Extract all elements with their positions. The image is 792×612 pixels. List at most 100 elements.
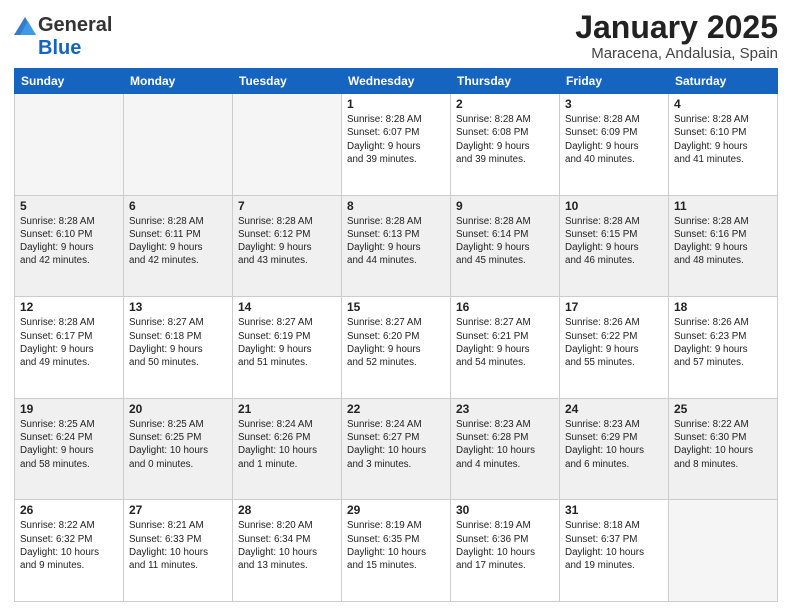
col-wednesday: Wednesday <box>342 69 451 94</box>
day-number: 31 <box>565 503 663 517</box>
day-info: Sunrise: 8:28 AMSunset: 6:17 PMDaylight:… <box>20 316 118 369</box>
day-number: 6 <box>129 199 227 213</box>
col-monday: Monday <box>124 69 233 94</box>
day-number: 29 <box>347 503 445 517</box>
col-thursday: Thursday <box>451 69 560 94</box>
day-number: 16 <box>456 300 554 314</box>
day-info: Sunrise: 8:22 AMSunset: 6:32 PMDaylight:… <box>20 519 118 572</box>
day-number: 25 <box>674 402 772 416</box>
table-row: 8 Sunrise: 8:28 AMSunset: 6:13 PMDaylight… <box>342 195 451 297</box>
day-number: 28 <box>238 503 336 517</box>
logo-icon <box>14 17 36 35</box>
calendar-week-row: 19 Sunrise: 8:25 AMSunset: 6:24 PMDayligh… <box>15 398 778 500</box>
table-row: 4 Sunrise: 8:28 AMSunset: 6:10 PMDaylight… <box>669 94 778 196</box>
calendar-week-row: 1 Sunrise: 8:28 AMSunset: 6:07 PMDaylight… <box>15 94 778 196</box>
day-number: 13 <box>129 300 227 314</box>
day-info: Sunrise: 8:24 AMSunset: 6:27 PMDaylight:… <box>347 418 445 471</box>
calendar-week-row: 12 Sunrise: 8:28 AMSunset: 6:17 PMDayligh… <box>15 297 778 399</box>
table-row: 3Sunrise: 8:28 AMSunset: 6:09 PMDaylight… <box>560 94 669 196</box>
day-number: 10 <box>565 199 663 213</box>
day-number: 22 <box>347 402 445 416</box>
table-row: 31 Sunrise: 8:18 AMSunset: 6:37 PMDayligh… <box>560 500 669 602</box>
logo-blue: Blue <box>38 37 81 60</box>
logo-general: General <box>38 14 112 37</box>
day-number: 17 <box>565 300 663 314</box>
day-info: Sunrise: 8:27 AMSunset: 6:19 PMDaylight:… <box>238 316 336 369</box>
table-row: 17 Sunrise: 8:26 AMSunset: 6:22 PMDayligh… <box>560 297 669 399</box>
table-row: 19 Sunrise: 8:25 AMSunset: 6:24 PMDayligh… <box>15 398 124 500</box>
table-row: 6 Sunrise: 8:28 AMSunset: 6:11 PMDaylight… <box>124 195 233 297</box>
table-row: 20Sunrise: 8:25 AMSunset: 6:25 PMDayligh… <box>124 398 233 500</box>
calendar-header-row: Sunday Monday Tuesday Wednesday Thursday… <box>15 69 778 94</box>
day-number: 19 <box>20 402 118 416</box>
day-info: Sunrise: 8:26 AMSunset: 6:22 PMDaylight:… <box>565 316 663 369</box>
logo: General Blue <box>14 14 112 60</box>
table-row: 7 Sunrise: 8:28 AMSunset: 6:12 PMDaylight… <box>233 195 342 297</box>
day-number: 26 <box>20 503 118 517</box>
day-info: Sunrise: 8:25 AMSunset: 6:24 PMDaylight:… <box>20 418 118 471</box>
table-row: 15Sunrise: 8:27 AMSunset: 6:20 PMDayligh… <box>342 297 451 399</box>
day-info: Sunrise: 8:23 AMSunset: 6:28 PMDaylight:… <box>456 418 554 471</box>
table-row: 26 Sunrise: 8:22 AMSunset: 6:32 PMDayligh… <box>15 500 124 602</box>
day-info: Sunrise: 8:28 AMSunset: 6:14 PMDaylight:… <box>456 215 554 268</box>
table-row: 16Sunrise: 8:27 AMSunset: 6:21 PMDayligh… <box>451 297 560 399</box>
calendar-table: Sunday Monday Tuesday Wednesday Thursday… <box>14 68 778 602</box>
day-info: Sunrise: 8:28 AMSunset: 6:12 PMDaylight:… <box>238 215 336 268</box>
day-info: Sunrise: 8:22 AMSunset: 6:30 PMDaylight:… <box>674 418 772 471</box>
day-info: Sunrise: 8:27 AMSunset: 6:18 PMDaylight:… <box>129 316 227 369</box>
day-number: 12 <box>20 300 118 314</box>
table-row <box>669 500 778 602</box>
table-row: 5Sunrise: 8:28 AMSunset: 6:10 PMDaylight… <box>15 195 124 297</box>
day-info: Sunrise: 8:18 AMSunset: 6:37 PMDaylight:… <box>565 519 663 572</box>
location-title: Maracena, Andalusia, Spain <box>575 45 778 62</box>
day-number: 15 <box>347 300 445 314</box>
table-row <box>233 94 342 196</box>
table-row <box>124 94 233 196</box>
day-number: 4 <box>674 97 772 111</box>
day-info: Sunrise: 8:28 AMSunset: 6:07 PMDaylight:… <box>347 113 445 166</box>
table-row: 29 Sunrise: 8:19 AMSunset: 6:35 PMDayligh… <box>342 500 451 602</box>
day-number: 27 <box>129 503 227 517</box>
page: General Blue January 2025 Maracena, Anda… <box>0 0 792 612</box>
day-info: Sunrise: 8:19 AMSunset: 6:35 PMDaylight:… <box>347 519 445 572</box>
day-number: 8 <box>347 199 445 213</box>
calendar-week-row: 26 Sunrise: 8:22 AMSunset: 6:32 PMDayligh… <box>15 500 778 602</box>
table-row: 25 Sunrise: 8:22 AMSunset: 6:30 PMDayligh… <box>669 398 778 500</box>
col-tuesday: Tuesday <box>233 69 342 94</box>
table-row: 18Sunrise: 8:26 AMSunset: 6:23 PMDayligh… <box>669 297 778 399</box>
title-area: January 2025 Maracena, Andalusia, Spain <box>575 10 778 62</box>
day-info: Sunrise: 8:28 AMSunset: 6:10 PMDaylight:… <box>674 113 772 166</box>
day-number: 11 <box>674 199 772 213</box>
day-info: Sunrise: 8:25 AMSunset: 6:25 PMDaylight:… <box>129 418 227 471</box>
col-friday: Friday <box>560 69 669 94</box>
header: General Blue January 2025 Maracena, Anda… <box>14 10 778 62</box>
col-saturday: Saturday <box>669 69 778 94</box>
day-number: 1 <box>347 97 445 111</box>
table-row: 24 Sunrise: 8:23 AMSunset: 6:29 PMDayligh… <box>560 398 669 500</box>
day-info: Sunrise: 8:28 AMSunset: 6:09 PMDaylight:… <box>565 113 663 166</box>
day-info: Sunrise: 8:23 AMSunset: 6:29 PMDaylight:… <box>565 418 663 471</box>
table-row: 13 Sunrise: 8:27 AMSunset: 6:18 PMDayligh… <box>124 297 233 399</box>
table-row: 28 Sunrise: 8:20 AMSunset: 6:34 PMDayligh… <box>233 500 342 602</box>
day-number: 24 <box>565 402 663 416</box>
day-number: 23 <box>456 402 554 416</box>
table-row: 23 Sunrise: 8:23 AMSunset: 6:28 PMDayligh… <box>451 398 560 500</box>
table-row: 21 Sunrise: 8:24 AMSunset: 6:26 PMDayligh… <box>233 398 342 500</box>
day-info: Sunrise: 8:20 AMSunset: 6:34 PMDaylight:… <box>238 519 336 572</box>
table-row: 11Sunrise: 8:28 AMSunset: 6:16 PMDayligh… <box>669 195 778 297</box>
day-number: 30 <box>456 503 554 517</box>
table-row: 12 Sunrise: 8:28 AMSunset: 6:17 PMDayligh… <box>15 297 124 399</box>
table-row: 30 Sunrise: 8:19 AMSunset: 6:36 PMDayligh… <box>451 500 560 602</box>
table-row: 9Sunrise: 8:28 AMSunset: 6:14 PMDaylight… <box>451 195 560 297</box>
day-info: Sunrise: 8:28 AMSunset: 6:11 PMDaylight:… <box>129 215 227 268</box>
table-row: 22 Sunrise: 8:24 AMSunset: 6:27 PMDayligh… <box>342 398 451 500</box>
day-info: Sunrise: 8:28 AMSunset: 6:13 PMDaylight:… <box>347 215 445 268</box>
day-number: 7 <box>238 199 336 213</box>
day-info: Sunrise: 8:19 AMSunset: 6:36 PMDaylight:… <box>456 519 554 572</box>
table-row: 10Sunrise: 8:28 AMSunset: 6:15 PMDayligh… <box>560 195 669 297</box>
day-number: 21 <box>238 402 336 416</box>
day-info: Sunrise: 8:24 AMSunset: 6:26 PMDaylight:… <box>238 418 336 471</box>
col-sunday: Sunday <box>15 69 124 94</box>
table-row: 2Sunrise: 8:28 AMSunset: 6:08 PMDaylight… <box>451 94 560 196</box>
day-number: 18 <box>674 300 772 314</box>
